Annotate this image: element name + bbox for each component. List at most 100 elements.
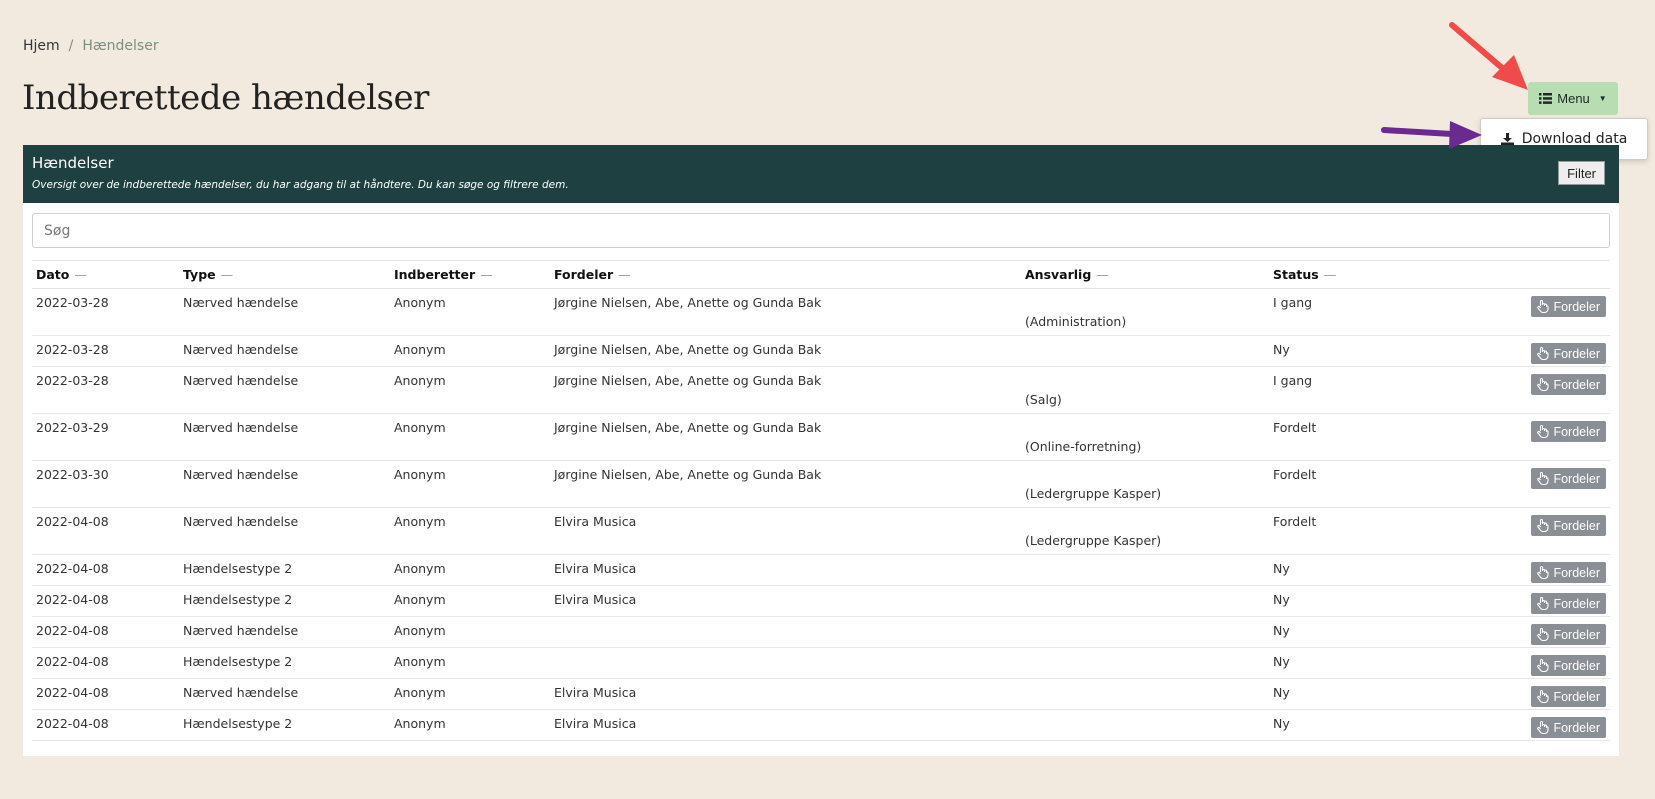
ansvarlig-label: (Ledergruppe Kasper): [1025, 486, 1162, 501]
cell-ansvarlig: [1021, 616, 1269, 648]
cell-type: Nærved hændelse: [179, 460, 390, 508]
hand-pointer-icon: [1537, 472, 1550, 485]
cell-action: Fordeler: [1409, 647, 1610, 679]
table-header-row: Dato — Type — Indberetter — Fordeler — Ansva…: [32, 260, 1610, 289]
ansvarlig-label: (Ledergruppe Kasper): [1025, 533, 1162, 548]
cell-type: Nærved hændelse: [179, 413, 390, 461]
cell-status: Ny: [1269, 554, 1409, 586]
column-header-type[interactable]: Type —: [179, 260, 390, 289]
cell-status: Ny: [1269, 616, 1409, 648]
table-row: 2022-04-08 Hændelsestype 2 Anonym Elvira Mu…: [32, 585, 1610, 617]
panel-description: Oversigt over de indberettede hændelser,…: [32, 179, 569, 191]
cell-indberetter: Anonym: [390, 678, 550, 710]
download-icon: [1500, 133, 1514, 145]
fordeler-button-label: Fordeler: [1553, 518, 1600, 533]
table-row: 2022-04-08 Hændelsestype 2 Anonym Ny Fordele…: [32, 647, 1610, 679]
cell-action: Fordeler: [1409, 507, 1610, 555]
cell-fordeler: Elvira Musica: [550, 554, 1021, 586]
red-annotation-arrow: [1449, 22, 1528, 90]
cell-action: Fordeler: [1409, 554, 1610, 586]
fordeler-button[interactable]: Fordeler: [1531, 374, 1606, 395]
fordeler-button[interactable]: Fordeler: [1531, 296, 1606, 317]
hand-pointer-icon: [1537, 690, 1550, 703]
column-header-ansvarlig[interactable]: Ansvarlig —: [1021, 260, 1269, 289]
fordeler-button[interactable]: Fordeler: [1531, 593, 1606, 614]
fordeler-button[interactable]: Fordeler: [1531, 343, 1606, 364]
fordeler-button-label: Fordeler: [1553, 299, 1600, 314]
column-header-status[interactable]: Status —: [1269, 260, 1409, 289]
fordeler-button[interactable]: Fordeler: [1531, 655, 1606, 676]
column-header-dato[interactable]: Dato —: [32, 260, 179, 289]
table-row: 2022-03-28 Nærved hændelse Anonym Jørgine N…: [32, 335, 1610, 367]
hand-pointer-icon: [1537, 300, 1550, 313]
fordeler-button-label: Fordeler: [1553, 658, 1600, 673]
cell-type: Hændelsestype 2: [179, 709, 390, 741]
fordeler-button-label: Fordeler: [1553, 424, 1600, 439]
fordeler-button-label: Fordeler: [1553, 471, 1600, 486]
fordeler-button[interactable]: Fordeler: [1531, 624, 1606, 645]
fordeler-button[interactable]: Fordeler: [1531, 421, 1606, 442]
cell-dato: 2022-04-08: [32, 616, 179, 648]
cell-indberetter: Anonym: [390, 335, 550, 367]
events-panel: Hændelser Oversigt over de indberettede …: [23, 145, 1619, 756]
breadcrumb-separator: /: [68, 38, 74, 54]
cell-fordeler: Jørgine Nielsen, Abe, Anette og Gunda Ba…: [550, 335, 1021, 367]
breadcrumb-home-link[interactable]: Hjem: [23, 38, 60, 54]
cell-type: Nærved hændelse: [179, 678, 390, 710]
cell-status: Fordelt: [1269, 507, 1409, 555]
cell-status: Ny: [1269, 678, 1409, 710]
ansvarlig-label: (Administration): [1025, 314, 1127, 329]
cell-dato: 2022-04-08: [32, 554, 179, 586]
cell-type: Nærved hændelse: [179, 288, 390, 336]
cell-indberetter: Anonym: [390, 554, 550, 586]
cell-status: Fordelt: [1269, 460, 1409, 508]
cell-fordeler: Jørgine Nielsen, Abe, Anette og Gunda Ba…: [550, 413, 1021, 461]
fordeler-button-label: Fordeler: [1553, 346, 1600, 361]
breadcrumb: Hjem / Hændelser: [23, 38, 159, 54]
cell-fordeler: Jørgine Nielsen, Abe, Anette og Gunda Ba…: [550, 366, 1021, 414]
fordeler-button[interactable]: Fordeler: [1531, 717, 1606, 738]
cell-type: Nærved hændelse: [179, 335, 390, 367]
cell-ansvarlig: (Ledergruppe Kasper): [1021, 507, 1269, 555]
fordeler-button[interactable]: Fordeler: [1531, 515, 1606, 536]
table-row: 2022-03-29 Nærved hændelse Anonym Jørgine N…: [32, 413, 1610, 461]
page-title: Indberettede hændelser: [22, 78, 429, 118]
cell-action: Fordeler: [1409, 288, 1610, 336]
fordeler-button-label: Fordeler: [1553, 565, 1600, 580]
search-input[interactable]: [32, 213, 1610, 248]
hand-pointer-icon: [1537, 519, 1550, 532]
cell-dato: 2022-03-28: [32, 366, 179, 414]
cell-action: Fordeler: [1409, 366, 1610, 414]
filter-button[interactable]: Filter: [1558, 161, 1605, 185]
list-icon: [1539, 93, 1553, 104]
cell-indberetter: Anonym: [390, 616, 550, 648]
cell-type: Hændelsestype 2: [179, 647, 390, 679]
cell-status: Ny: [1269, 709, 1409, 741]
cell-status: Ny: [1269, 647, 1409, 679]
column-header-fordeler[interactable]: Fordeler —: [550, 260, 1021, 289]
fordeler-button[interactable]: Fordeler: [1531, 562, 1606, 583]
cell-ansvarlig: [1021, 585, 1269, 617]
fordeler-button[interactable]: Fordeler: [1531, 686, 1606, 707]
cell-status: Fordelt: [1269, 413, 1409, 461]
cell-indberetter: Anonym: [390, 366, 550, 414]
cell-fordeler: Jørgine Nielsen, Abe, Anette og Gunda Ba…: [550, 288, 1021, 336]
table-row: 2022-04-08 Nærved hændelse Anonym Ny Fordele…: [32, 616, 1610, 648]
cell-status: I gang: [1269, 288, 1409, 336]
cell-indberetter: Anonym: [390, 585, 550, 617]
cell-fordeler: Elvira Musica: [550, 507, 1021, 555]
cell-indberetter: Anonym: [390, 709, 550, 741]
fordeler-button[interactable]: Fordeler: [1531, 468, 1606, 489]
column-header-indberetter[interactable]: Indberetter —: [390, 260, 550, 289]
hand-pointer-icon: [1537, 566, 1550, 579]
menu-button[interactable]: Menu ▼: [1528, 82, 1618, 115]
cell-type: Nærved hændelse: [179, 366, 390, 414]
cell-indberetter: Anonym: [390, 460, 550, 508]
hand-pointer-icon: [1537, 378, 1550, 391]
cell-status: Ny: [1269, 585, 1409, 617]
cell-indberetter: Anonym: [390, 288, 550, 336]
cell-fordeler: Elvira Musica: [550, 585, 1021, 617]
table-row: 2022-03-28 Nærved hændelse Anonym Jørgine N…: [32, 366, 1610, 414]
cell-dato: 2022-04-08: [32, 647, 179, 679]
breadcrumb-current: Hændelser: [82, 38, 159, 54]
